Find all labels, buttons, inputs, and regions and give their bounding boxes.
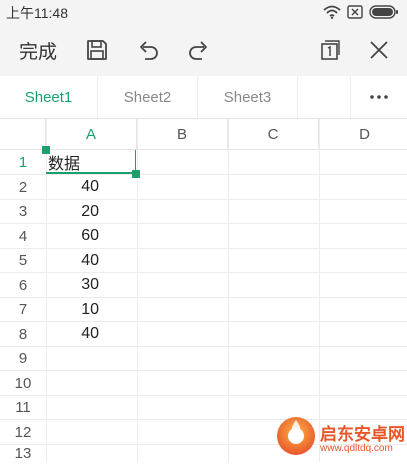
row-header[interactable]: 7 [0, 298, 46, 321]
redo-button[interactable] [181, 24, 217, 76]
tab-sheet1[interactable]: Sheet1 [0, 76, 98, 118]
corner-cell[interactable] [0, 119, 46, 149]
selection-handle-bottom-right[interactable] [132, 170, 140, 178]
cell-a4[interactable]: 60 [47, 224, 137, 248]
row-header[interactable]: 1 [0, 150, 46, 174]
tab-sheet3[interactable]: Sheet3 [198, 76, 298, 118]
cell-a7[interactable]: 10 [47, 298, 137, 321]
wifi-icon [323, 5, 341, 19]
redo-icon [189, 41, 207, 60]
row-header[interactable]: 10 [0, 371, 46, 395]
watermark: 启东安卓网 www.qdltdq.com [272, 410, 407, 462]
cell-a5[interactable]: 40 [47, 249, 137, 272]
row-header[interactable]: 5 [0, 249, 46, 272]
cell-a3[interactable]: 20 [47, 200, 137, 223]
undo-icon [140, 41, 158, 60]
row-header[interactable]: 2 [0, 175, 46, 199]
row-header[interactable]: 11 [0, 396, 46, 419]
column-header-c[interactable]: C [228, 119, 319, 149]
selection-handle-top-left[interactable] [42, 146, 50, 154]
save-icon [87, 40, 107, 60]
window-count-icon [321, 40, 340, 60]
grid-hline [0, 346, 407, 347]
undo-button[interactable] [130, 24, 166, 76]
watermark-url: www.qdltdq.com [320, 443, 393, 454]
save-button[interactable] [79, 24, 115, 76]
watermark-brand: 启东安卓网 [320, 425, 405, 445]
status-icons [323, 3, 399, 21]
window-count-button[interactable] [311, 24, 347, 76]
row-header[interactable]: 9 [0, 347, 46, 370]
row-header[interactable]: 6 [0, 273, 46, 297]
row-header[interactable]: 8 [0, 322, 46, 346]
done-button[interactable]: 完成 [10, 24, 66, 76]
cell-a2[interactable]: 40 [47, 175, 137, 199]
sheet-tabs: Sheet1 Sheet2 Sheet3 [0, 76, 407, 119]
status-bar: 上午11:48 [0, 0, 407, 24]
row-header[interactable]: 4 [0, 224, 46, 248]
grid-hline [0, 370, 407, 371]
sim-off-icon [347, 5, 363, 19]
more-button[interactable] [350, 76, 407, 118]
toolbar: 完成 [0, 24, 407, 76]
column-header-b[interactable]: B [137, 119, 228, 149]
close-button[interactable] [361, 24, 397, 76]
more-icon [370, 95, 388, 99]
close-icon [370, 41, 388, 59]
column-header-d[interactable]: D [319, 119, 407, 149]
tab-sheet2[interactable]: Sheet2 [98, 76, 198, 118]
status-time: 上午11:48 [6, 5, 68, 21]
cell-a6[interactable]: 30 [47, 273, 137, 297]
cell-selection [46, 150, 136, 174]
column-header-a[interactable]: A [46, 119, 137, 149]
row-header[interactable]: 3 [0, 200, 46, 223]
grid-vline [228, 119, 229, 462]
row-header[interactable]: 13 [0, 445, 46, 462]
row-header[interactable]: 12 [0, 420, 46, 444]
cell-a8[interactable]: 40 [47, 322, 137, 346]
grid-hline [0, 395, 407, 396]
battery-icon [369, 5, 398, 19]
